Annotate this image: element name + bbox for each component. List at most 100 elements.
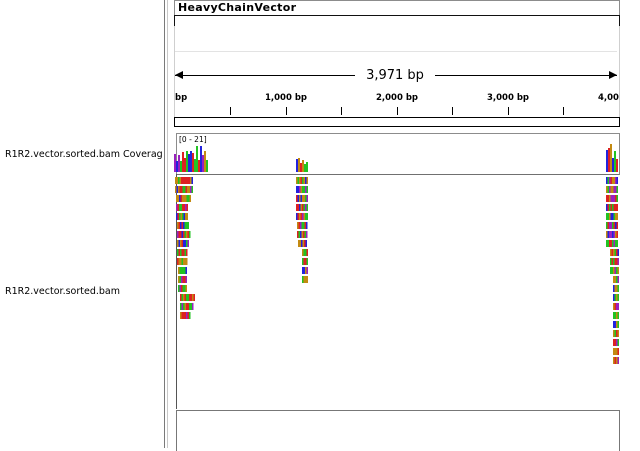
- read-base-mismatch: [189, 303, 191, 310]
- read-base-mismatch: [186, 249, 188, 256]
- read-base-mismatch: [616, 330, 618, 337]
- read-base-mismatch: [306, 204, 308, 211]
- read-base-mismatch: [186, 240, 188, 247]
- read-base-mismatch: [610, 240, 612, 247]
- read-base-mismatch: [616, 357, 618, 364]
- coverage-bar: [180, 161, 182, 172]
- read-base-mismatch: [176, 186, 178, 193]
- coverage-bar: [206, 160, 208, 172]
- read-base-mismatch: [609, 231, 611, 238]
- read-base-mismatch: [190, 177, 192, 184]
- read-base-mismatch: [613, 285, 615, 292]
- coverage-bar: [192, 153, 194, 172]
- read-base-mismatch: [187, 312, 189, 319]
- read-base-mismatch: [188, 177, 190, 184]
- read-base-mismatch: [617, 258, 619, 265]
- coverage-bar: [196, 146, 198, 172]
- read-base-mismatch: [298, 222, 300, 229]
- read-base-mismatch: [606, 177, 608, 184]
- read-base-mismatch: [300, 231, 302, 238]
- read-base-mismatch: [193, 294, 195, 301]
- read-base-mismatch: [617, 357, 619, 364]
- read-base-mismatch: [299, 213, 301, 220]
- read-base-mismatch: [186, 258, 188, 265]
- read-base-mismatch: [613, 294, 615, 301]
- read-base-mismatch: [179, 276, 181, 283]
- read-base-mismatch: [296, 177, 298, 184]
- read-base-mismatch: [299, 177, 301, 184]
- read-base-mismatch: [297, 231, 299, 238]
- read-base-mismatch: [303, 177, 305, 184]
- read-base-mismatch: [613, 240, 615, 247]
- read-base-mismatch: [305, 213, 307, 220]
- read-base-mismatch: [617, 294, 619, 301]
- read-base-mismatch: [177, 204, 179, 211]
- read-base-mismatch: [181, 285, 183, 292]
- read-base-mismatch: [187, 231, 189, 238]
- coverage-bar: [178, 155, 180, 172]
- read-base-mismatch: [302, 240, 304, 247]
- read-base-mismatch: [183, 249, 185, 256]
- read-base-mismatch: [614, 258, 616, 265]
- read-base-mismatch: [617, 312, 619, 319]
- read-base-mismatch: [304, 240, 306, 247]
- read-base-mismatch: [179, 177, 181, 184]
- read-base-mismatch: [617, 339, 619, 346]
- read-base-mismatch: [303, 231, 305, 238]
- read-base-mismatch: [306, 213, 308, 220]
- read-base-mismatch: [179, 186, 181, 193]
- read-base-mismatch: [612, 222, 614, 229]
- coverage-bar: [188, 154, 190, 172]
- read-base-mismatch: [617, 321, 619, 328]
- read-base-mismatch: [185, 177, 187, 184]
- read-base-mismatch: [181, 312, 183, 319]
- read-base-mismatch: [183, 294, 185, 301]
- read-base-mismatch: [175, 177, 177, 184]
- read-base-mismatch: [616, 231, 618, 238]
- read-base-mismatch: [297, 204, 299, 211]
- read-base-mismatch: [613, 267, 615, 274]
- read-base-mismatch: [302, 249, 304, 256]
- read-base-mismatch: [616, 258, 618, 265]
- read-base-mismatch: [184, 231, 186, 238]
- read-base-mismatch: [610, 186, 612, 193]
- coverage-bar: [200, 146, 202, 172]
- read-base-mismatch: [182, 267, 184, 274]
- read-base-mismatch: [177, 258, 179, 265]
- read-base-mismatch: [184, 249, 186, 256]
- read-base-mismatch: [607, 186, 609, 193]
- read-base-mismatch: [184, 285, 186, 292]
- read-base-mismatch: [182, 195, 184, 202]
- read-base-mismatch: [300, 204, 302, 211]
- read-base-mismatch: [305, 204, 307, 211]
- read-base-mismatch: [180, 204, 182, 211]
- read-base-mismatch: [614, 294, 616, 301]
- read-base-mismatch: [615, 222, 617, 229]
- read-base-mismatch: [613, 348, 615, 355]
- read-base-mismatch: [613, 213, 615, 220]
- coverage-bar: [184, 158, 186, 172]
- read-base-mismatch: [177, 231, 179, 238]
- read-base-mismatch: [611, 258, 613, 265]
- read-base-mismatch: [303, 249, 305, 256]
- read-base-mismatch: [181, 177, 183, 184]
- read-base-mismatch: [178, 177, 180, 184]
- read-base-mismatch: [300, 222, 302, 229]
- read-base-mismatch: [302, 177, 304, 184]
- read-base-mismatch: [617, 303, 619, 310]
- read-base-mismatch: [612, 240, 614, 247]
- read-base-mismatch: [611, 267, 613, 274]
- read-base-mismatch: [613, 276, 615, 283]
- read-base-mismatch: [614, 357, 616, 364]
- coverage-bar: [198, 160, 200, 172]
- read-base-mismatch: [178, 285, 180, 292]
- read-base-mismatch: [300, 177, 302, 184]
- read-base-mismatch: [183, 195, 185, 202]
- read-base-mismatch: [303, 258, 305, 265]
- read-base-mismatch: [192, 303, 194, 310]
- alignment-reads-canvas[interactable]: [0, 0, 640, 448]
- read-base-mismatch: [609, 186, 611, 193]
- read-base-mismatch: [610, 231, 612, 238]
- read-base-mismatch: [613, 312, 615, 319]
- read-base-mismatch: [609, 204, 611, 211]
